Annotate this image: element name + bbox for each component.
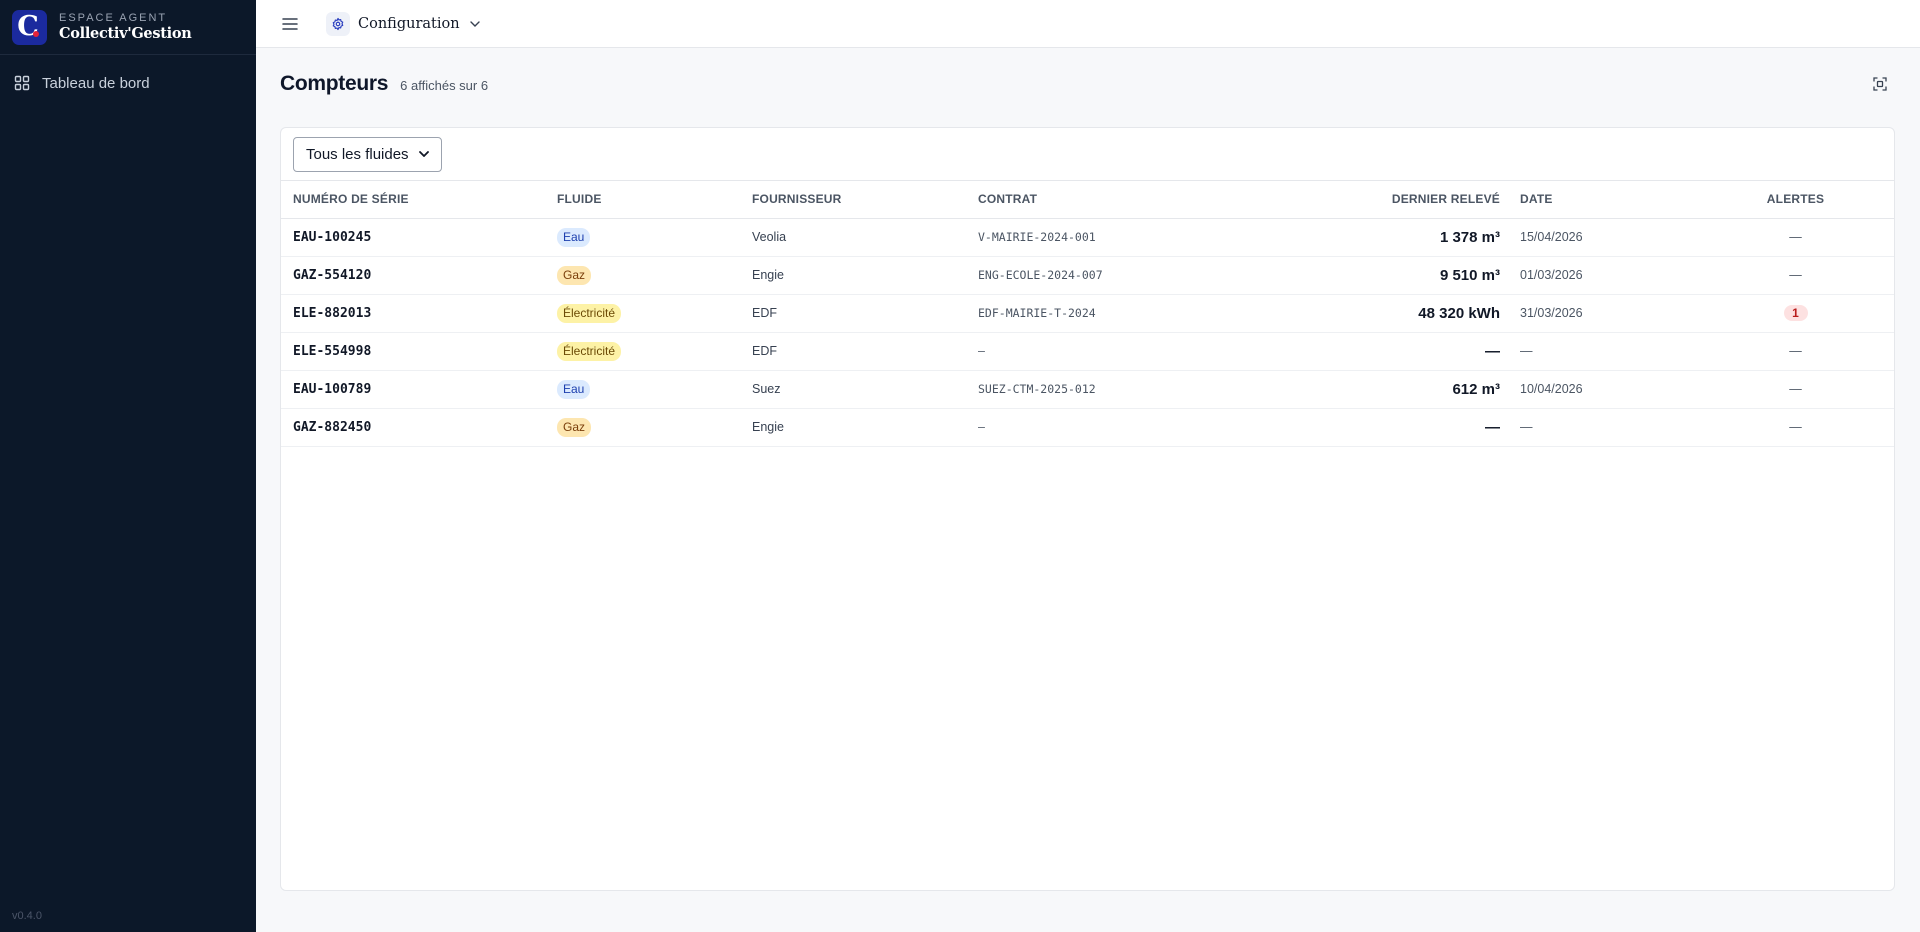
fluid-badge: Électricité	[557, 341, 622, 361]
table-row[interactable]: ELE-554998 Électricité EDF — — — —	[281, 332, 1894, 371]
table-row[interactable]: ELE-882013 Électricité EDF EDF-MAIRIE-T-202…	[281, 294, 1894, 333]
column-header-alerts[interactable]: Alertes	[1700, 181, 1894, 219]
brand[interactable]: C ESPACE AGENT Collectiv'Gestion	[0, 0, 256, 55]
chevron-down-icon	[418, 151, 429, 157]
cell-serial: GAZ-882450	[281, 408, 557, 447]
cell-provider: Engie	[752, 256, 978, 295]
column-header-date[interactable]: Date	[1520, 181, 1700, 219]
fullscreen-button[interactable]	[1870, 74, 1890, 94]
fluid-badge: Eau	[557, 379, 591, 399]
column-header-provider[interactable]: Fournisseur	[752, 181, 978, 219]
cell-fluid: Eau	[557, 218, 752, 257]
cell-serial: ELE-882013	[281, 294, 557, 333]
gear-icon	[326, 11, 350, 36]
cell-contract: ENG-ECOLE-2024-007	[978, 256, 1228, 295]
cell-provider: EDF	[752, 294, 978, 333]
cell-serial: EAU-100789	[281, 370, 557, 409]
table-row[interactable]: EAU-100789 Eau Suez SUEZ-CTM-2025-012 612 m³…	[281, 370, 1894, 409]
cell-alerts: —	[1700, 218, 1894, 257]
brand-logo-dot	[33, 30, 39, 37]
result-count: 6 affichés sur 6	[400, 78, 489, 93]
cell-alerts: 1	[1700, 294, 1894, 333]
column-header-fluid[interactable]: Fluide	[557, 181, 752, 219]
alert-count-badge[interactable]: 1	[1783, 305, 1808, 321]
alert-none: —	[1789, 230, 1802, 244]
cell-serial: ELE-554998	[281, 332, 557, 371]
fullscreen-icon	[1873, 77, 1887, 91]
cell-provider: Veolia	[752, 218, 978, 257]
cell-last-reading: —	[1228, 408, 1520, 447]
brand-subtitle: ESPACE AGENT	[59, 12, 168, 24]
cell-alerts: —	[1700, 256, 1894, 295]
cell-alerts: —	[1700, 370, 1894, 409]
sidebar-item-dashboard[interactable]: Tableau de bord	[0, 65, 256, 101]
cell-provider: EDF	[752, 332, 978, 371]
fluid-filter-value: Tous les fluides	[306, 145, 409, 163]
cell-contract: —	[978, 408, 1228, 447]
main-content: Compteurs 6 affichés sur 6 Tous les flui…	[256, 48, 1920, 932]
cell-fluid: Eau	[557, 370, 752, 409]
cell-contract: —	[978, 332, 1228, 371]
cell-serial: GAZ-554120	[281, 256, 557, 295]
filter-bar: Tous les fluides	[281, 128, 1894, 181]
cell-last-reading: 1 378 m³	[1228, 218, 1520, 257]
topbar: Configuration	[256, 0, 1920, 48]
cell-date: 01/03/2026	[1520, 256, 1700, 295]
section-selector[interactable]: Configuration	[326, 11, 480, 36]
cell-date: 15/04/2026	[1520, 218, 1700, 257]
cell-alerts: —	[1700, 408, 1894, 447]
sidebar: C ESPACE AGENT Collectiv'Gestion Tableau…	[0, 0, 256, 932]
brand-logo: C	[12, 9, 47, 45]
sidebar-item-label: Tableau de bord	[42, 74, 150, 92]
column-header-last-reading[interactable]: Dernier relevé	[1228, 181, 1520, 219]
cell-last-reading: —	[1228, 332, 1520, 371]
brand-text: ESPACE AGENT Collectiv'Gestion	[59, 12, 192, 42]
cell-last-reading: 48 320 kWh	[1228, 294, 1520, 333]
alert-none: —	[1789, 344, 1802, 358]
alert-none: —	[1789, 420, 1802, 434]
cell-serial: EAU-100245	[281, 218, 557, 257]
page-header: Compteurs 6 affichés sur 6	[280, 72, 488, 96]
cell-fluid: Électricité	[557, 294, 752, 333]
table-row[interactable]: EAU-100245 Eau Veolia V-MAIRIE-2024-001 1 37…	[281, 218, 1894, 257]
menu-toggle-button[interactable]	[280, 14, 300, 34]
cell-last-reading: 9 510 m³	[1228, 256, 1520, 295]
cell-last-reading: 612 m³	[1228, 370, 1520, 409]
cell-date: 10/04/2026	[1520, 370, 1700, 409]
column-header-serial[interactable]: Numéro de série	[281, 181, 557, 219]
table-header-row: Numéro de série Fluide Fournisseur Contr…	[281, 181, 1894, 219]
page-title: Compteurs	[280, 72, 389, 95]
fluid-badge: Électricité	[557, 303, 622, 323]
table-row[interactable]: GAZ-554120 Gaz Engie ENG-ECOLE-2024-007 9 51…	[281, 256, 1894, 295]
cell-fluid: Électricité	[557, 332, 752, 371]
cell-fluid: Gaz	[557, 256, 752, 295]
brand-name: Collectiv'Gestion	[59, 25, 192, 42]
meters-table-card: Tous les fluides Numéro de série Fluide …	[280, 127, 1895, 891]
cell-contract: EDF-MAIRIE-T-2024	[978, 294, 1228, 333]
fluid-badge: Gaz	[557, 417, 592, 437]
cell-provider: Engie	[752, 408, 978, 447]
alert-none: —	[1789, 382, 1802, 396]
cell-contract: SUEZ-CTM-2025-012	[978, 370, 1228, 409]
column-header-contract[interactable]: Contrat	[978, 181, 1228, 219]
cell-date: —	[1520, 332, 1700, 371]
table-row[interactable]: GAZ-882450 Gaz Engie — — — —	[281, 408, 1894, 447]
cell-date: —	[1520, 408, 1700, 447]
section-label: Configuration	[358, 15, 460, 32]
alert-none: —	[1789, 268, 1802, 282]
fluid-badge: Gaz	[557, 265, 592, 285]
app-version: v0.4.0	[12, 910, 42, 922]
cell-contract: V-MAIRIE-2024-001	[978, 218, 1228, 257]
cell-alerts: —	[1700, 332, 1894, 371]
hamburger-icon	[282, 17, 298, 30]
cell-date: 31/03/2026	[1520, 294, 1700, 333]
fluid-filter-select[interactable]: Tous les fluides	[293, 136, 442, 172]
cell-fluid: Gaz	[557, 408, 752, 447]
dashboard-grid-icon	[14, 75, 30, 91]
fluid-badge: Eau	[557, 227, 591, 247]
meters-table: Numéro de série Fluide Fournisseur Contr…	[281, 181, 1894, 447]
cell-provider: Suez	[752, 370, 978, 409]
chevron-down-icon	[469, 20, 480, 27]
